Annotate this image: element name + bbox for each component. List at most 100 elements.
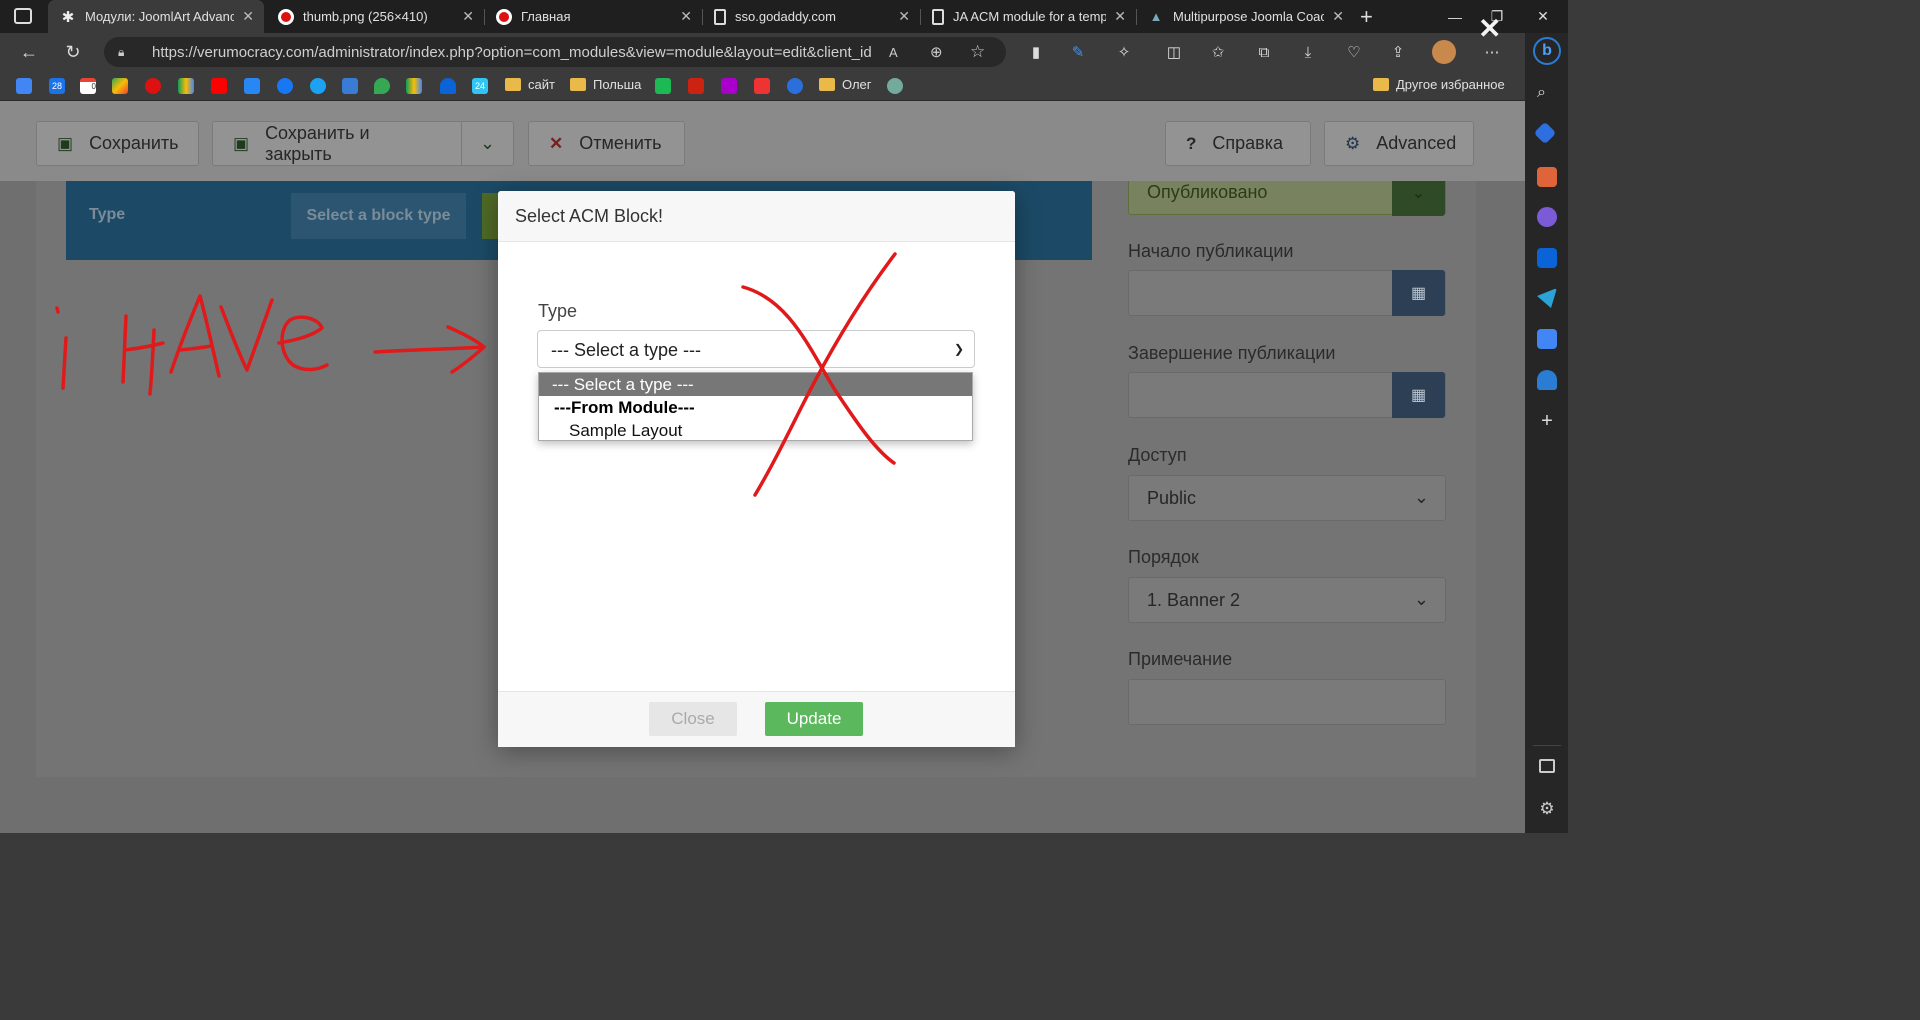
advanced-button[interactable]: ⚙ Advanced: [1324, 121, 1474, 166]
browser-tab-coach[interactable]: ▲ Multipurpose Joomla Coach ✕: [1136, 0, 1354, 33]
drive-bookmark-icon[interactable]: [178, 78, 194, 94]
refresh-icon[interactable]: ↻: [58, 37, 88, 67]
close-tab-icon[interactable]: ✕: [462, 8, 474, 25]
arrow-bookmark-icon[interactable]: [655, 78, 671, 94]
save-close-button[interactable]: ▣ Сохранить и закрыть: [212, 121, 462, 166]
extensions-icon[interactable]: ✧: [1114, 42, 1134, 62]
publish-down-input[interactable]: ▦: [1128, 372, 1446, 418]
close-modal-icon[interactable]: ✕: [1478, 12, 1501, 45]
modal-title: Select ACM Block!: [498, 191, 1015, 242]
access-select[interactable]: Public ⌄: [1128, 475, 1446, 521]
telegram-icon[interactable]: [1537, 288, 1557, 308]
bug-bookmark-icon[interactable]: [787, 78, 803, 94]
other-favorites-folder[interactable]: Другое избранное: [1373, 77, 1505, 92]
calendar-icon[interactable]: ▦: [1392, 270, 1445, 316]
browser-tab-thumb[interactable]: thumb.png (256×410) ✕: [266, 0, 484, 33]
collections-icon[interactable]: ⧉: [1254, 42, 1274, 62]
games-icon[interactable]: [1537, 207, 1557, 227]
cancel-button[interactable]: ✕ Отменить: [528, 121, 685, 166]
url-field[interactable]: 🔒︎ https://verumocracy.com/administrator…: [104, 37, 1006, 67]
shopping-icon[interactable]: [1533, 121, 1557, 145]
folder-icon: [819, 78, 835, 91]
browser-tab-modules[interactable]: ✱ Модули: JoomlArt Advanced ✕: [48, 0, 264, 33]
joomla-toolbar: ▣ Сохранить ▣ Сохранить и закрыть ⌄ ✕ Отмен…: [0, 101, 1525, 181]
modal-footer: Close Update: [498, 691, 1015, 747]
play-store-bookmark-icon[interactable]: [112, 78, 128, 94]
select-block-type-button[interactable]: Select a block type: [291, 193, 466, 239]
performance-icon[interactable]: ♡: [1344, 42, 1364, 62]
close-tab-icon[interactable]: ✕: [242, 8, 254, 25]
twitter-bookmark-icon[interactable]: [310, 78, 326, 94]
joomla-icon: ✱: [61, 8, 75, 26]
close-button[interactable]: Close: [649, 702, 737, 736]
onedrive-bookmark-icon[interactable]: [440, 78, 456, 94]
sidebar-toggle-icon[interactable]: [1539, 759, 1555, 773]
bookmark-folder-oleg[interactable]: Олег: [819, 77, 872, 92]
publish-up-label: Начало публикации: [1128, 241, 1294, 261]
browser-tab-godaddy[interactable]: sso.godaddy.com ✕: [702, 0, 920, 33]
bing-copilot-icon[interactable]: b: [1533, 37, 1561, 65]
search-icon[interactable]: ⌕: [1537, 84, 1557, 104]
settings-gear-icon[interactable]: ⚙: [1537, 799, 1557, 819]
close-window-icon[interactable]: ✕: [1520, 0, 1566, 33]
chart-bookmark-icon[interactable]: [688, 78, 704, 94]
close-tab-icon[interactable]: ✕: [1114, 8, 1126, 25]
share-icon[interactable]: ⇪: [1388, 42, 1408, 62]
translate-icon[interactable]: [1537, 329, 1557, 349]
browser-tab-home[interactable]: Главная ✕: [484, 0, 702, 33]
note-input[interactable]: [1128, 679, 1446, 725]
chatgpt-bookmark-icon[interactable]: [887, 78, 903, 94]
downloads-icon[interactable]: ⤓: [1298, 42, 1318, 62]
bookmark-folder-site[interactable]: сайт: [505, 77, 555, 92]
profile-avatar[interactable]: [1432, 40, 1456, 64]
maps-bookmark-icon[interactable]: [374, 78, 390, 94]
close-tab-icon[interactable]: ✕: [1332, 8, 1344, 25]
bookmark-folder-poland[interactable]: Польша: [570, 77, 641, 92]
add-icon[interactable]: +: [1537, 411, 1557, 431]
zoom-icon[interactable]: ⊕: [930, 43, 943, 61]
save-dropdown-toggle[interactable]: ⌄: [461, 121, 514, 166]
help-button[interactable]: ? Справка: [1165, 121, 1311, 166]
tools-icon[interactable]: [1537, 167, 1557, 187]
question-icon: ?: [1186, 133, 1197, 153]
youtube-bookmark-icon[interactable]: [211, 78, 227, 94]
note-label: Примечание: [1128, 649, 1233, 669]
minimize-icon[interactable]: —: [1432, 0, 1478, 33]
people-bookmark-icon[interactable]: [342, 78, 358, 94]
more-menu-icon[interactable]: ⋯: [1482, 42, 1502, 62]
screen: ✱ Модули: JoomlArt Advanced ✕ thumb.png …: [0, 0, 1568, 833]
favorites-icon[interactable]: ✩: [1208, 42, 1228, 62]
outlook-icon[interactable]: [1537, 248, 1557, 268]
tab-actions-icon[interactable]: [14, 8, 32, 24]
save-button[interactable]: ▣ Сохранить: [36, 121, 199, 166]
calendar-bookmark-icon[interactable]: 28: [49, 78, 65, 94]
ordering-select[interactable]: 1. Banner 2 ⌄: [1128, 577, 1446, 623]
people-icon[interactable]: [1537, 370, 1557, 390]
bitrix24-bookmark-icon[interactable]: 24: [472, 78, 488, 94]
puzzle-bookmark-icon[interactable]: [721, 78, 737, 94]
publish-up-input[interactable]: ▦: [1128, 270, 1446, 316]
read-aloud-icon[interactable]: A: [889, 45, 898, 60]
vk-bookmark-icon[interactable]: [244, 78, 260, 94]
drive-bookmark-icon[interactable]: [406, 78, 422, 94]
bookmarks-bar: 28 0 24 сайт Польша Олег Другое избранно…: [0, 71, 1525, 101]
wallet-icon[interactable]: ▮: [1026, 42, 1046, 62]
home-bookmark-icon[interactable]: [754, 78, 770, 94]
option-select-a-type[interactable]: --- Select a type ---: [539, 373, 972, 396]
option-sample-layout[interactable]: Sample Layout: [539, 419, 972, 442]
facebook-bookmark-icon[interactable]: [277, 78, 293, 94]
browser-tab-ja-acm[interactable]: JA ACM module for a templ ✕: [920, 0, 1136, 33]
new-tab-icon[interactable]: +: [1360, 4, 1373, 30]
update-button[interactable]: Update: [765, 702, 863, 736]
google-translate-bookmark-icon[interactable]: [16, 78, 32, 94]
opera-bookmark-icon[interactable]: [145, 78, 161, 94]
close-tab-icon[interactable]: ✕: [680, 8, 692, 25]
gmail-bookmark-icon[interactable]: 0: [80, 78, 96, 94]
pen-icon[interactable]: ✎: [1068, 42, 1088, 62]
favorite-star-icon[interactable]: ☆: [970, 42, 985, 62]
type-select[interactable]: --- Select a type --- ❯: [537, 330, 975, 368]
back-icon[interactable]: ←: [14, 37, 44, 67]
close-tab-icon[interactable]: ✕: [898, 8, 910, 25]
split-screen-icon[interactable]: ◫: [1164, 42, 1184, 62]
calendar-icon[interactable]: ▦: [1392, 372, 1445, 418]
